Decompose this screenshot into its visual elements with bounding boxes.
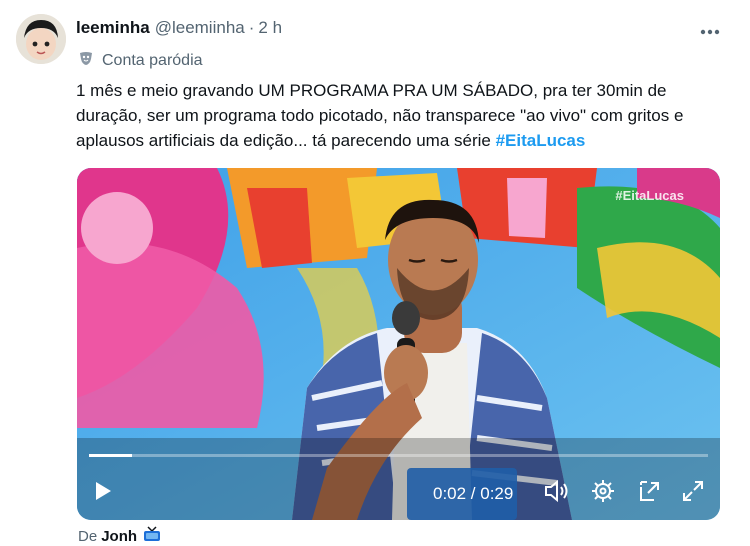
play-icon[interactable] xyxy=(93,481,113,506)
picture-in-picture-icon[interactable] xyxy=(638,479,662,508)
parody-label: Conta paródia xyxy=(78,50,203,71)
volume-icon[interactable] xyxy=(544,479,570,508)
tv-icon xyxy=(143,526,161,546)
tweet-text: 1 mês e meio gravando UM PROGRAMA PRA UM… xyxy=(76,78,736,153)
parody-mask-icon xyxy=(78,50,94,71)
more-horizontal-icon[interactable] xyxy=(700,22,720,40)
video-progress-fill xyxy=(89,454,133,457)
parody-text: Conta paródia xyxy=(102,51,203,69)
video-credit: De Jonh xyxy=(78,526,161,546)
credit-user-link[interactable]: Jonh xyxy=(101,528,137,545)
video-frame xyxy=(77,168,720,520)
tweet-body: 1 mês e meio gravando UM PROGRAMA PRA UM… xyxy=(76,81,684,150)
author-handle[interactable]: @leemiinha xyxy=(155,18,245,38)
fullscreen-icon[interactable] xyxy=(681,479,705,508)
tweet-header: leeminha @leemiinha · 2 h xyxy=(76,18,282,38)
video-time: 0:02 / 0:29 xyxy=(433,484,514,503)
video-player[interactable]: #EitaLucas 0:02 / 0:29 xyxy=(77,168,720,520)
separator-dot: · xyxy=(248,18,255,37)
credit-prefix: De xyxy=(78,527,98,545)
video-controls: 0:02 / 0:29 xyxy=(77,473,720,511)
author-name[interactable]: leeminha xyxy=(76,18,150,38)
video-watermark: #EitaLucas xyxy=(615,188,684,203)
timestamp[interactable]: 2 h xyxy=(258,18,282,38)
avatar[interactable] xyxy=(16,14,66,64)
gear-icon[interactable] xyxy=(591,479,615,508)
video-progress-bar[interactable] xyxy=(89,454,708,457)
hashtag-link[interactable]: #EitaLucas xyxy=(496,131,586,150)
